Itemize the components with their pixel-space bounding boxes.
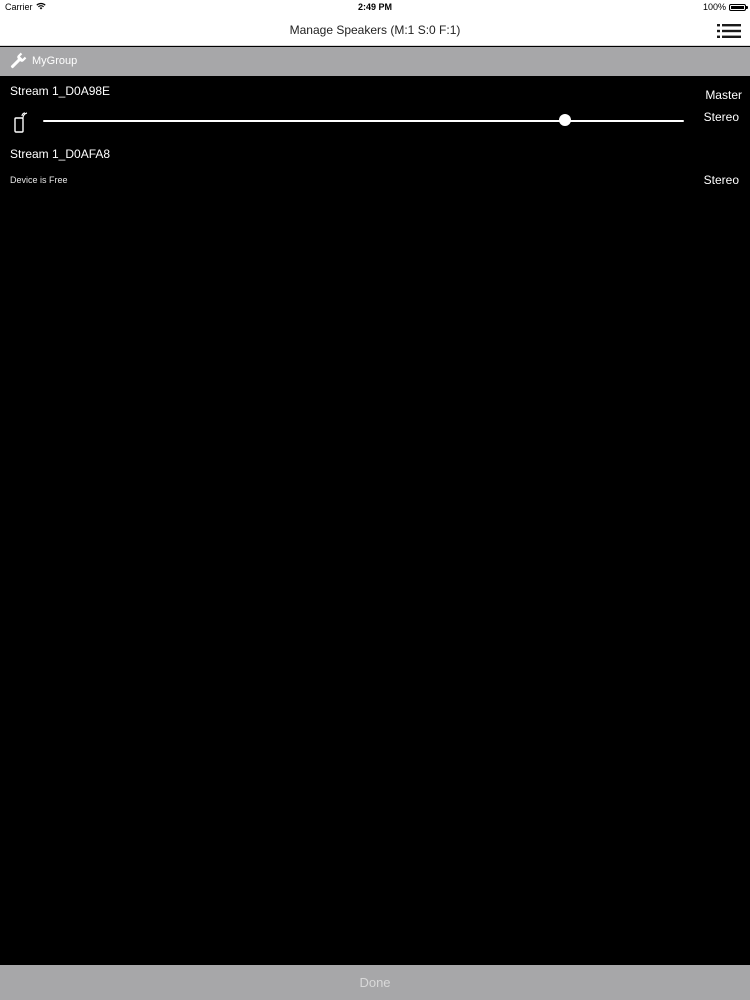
done-button[interactable]: Done	[0, 965, 750, 1000]
speaker-mode[interactable]: Stereo	[704, 110, 739, 124]
status-bar: Carrier 2:49 PM 100%	[0, 0, 750, 16]
nav-bar: Manage Speakers (M:1 S:0 F:1)	[0, 16, 750, 46]
speaker-name: Stream 1_D0AFA8	[10, 147, 111, 161]
wrench-icon[interactable]	[8, 52, 27, 71]
speaker-status: Device is Free	[10, 175, 68, 185]
clock: 2:49 PM	[357, 2, 392, 12]
done-label: Done	[359, 975, 391, 990]
volume-slider[interactable]	[43, 113, 684, 129]
battery-percent: 100%	[702, 2, 726, 12]
speaker-role: Master	[705, 88, 742, 102]
remote-icon	[13, 111, 31, 133]
list-menu-icon[interactable]	[717, 23, 741, 39]
page-title: Manage Speakers (M:1 S:0 F:1)	[289, 23, 461, 37]
speaker-name: Stream 1_D0A98E	[10, 84, 111, 98]
status-right: 100%	[702, 2, 748, 12]
group-header[interactable]: MyGroup	[0, 47, 750, 76]
group-name: MyGroup	[32, 55, 78, 67]
slider-track	[43, 120, 684, 122]
battery-fill	[731, 5, 744, 9]
speaker-mode[interactable]: Stereo	[704, 173, 739, 187]
app-screen: Carrier 2:49 PM 100% Manage Speakers (M:…	[0, 0, 750, 1000]
battery-icon	[729, 3, 748, 11]
slider-thumb[interactable]	[559, 114, 572, 126]
